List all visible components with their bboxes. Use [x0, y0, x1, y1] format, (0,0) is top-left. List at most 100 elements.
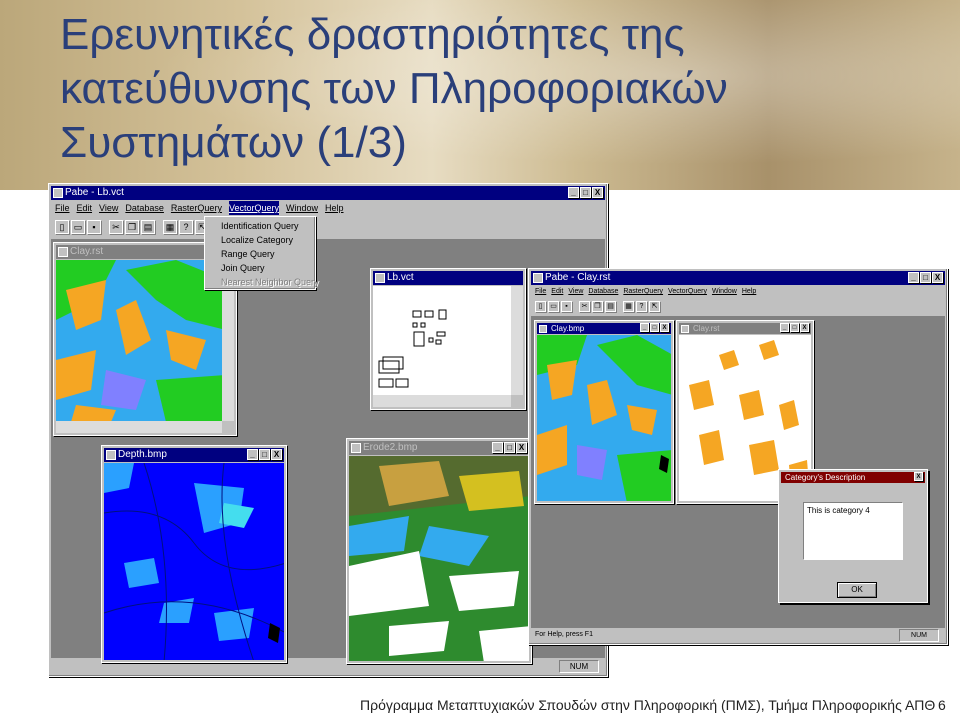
close-button[interactable]: X: [271, 449, 282, 460]
open-folder-icon[interactable]: ▭: [71, 220, 85, 234]
window-title: Clay.bmp: [551, 324, 585, 333]
new-file-icon[interactable]: ▯: [535, 300, 546, 312]
maximize-button[interactable]: □: [259, 449, 270, 460]
menu-file[interactable]: File: [535, 285, 546, 299]
app-titlebar: Pabe - Clay.rst _ □ X: [531, 271, 945, 285]
maximize-button[interactable]: □: [650, 323, 659, 332]
menu-database[interactable]: Database: [125, 201, 164, 215]
help-icon[interactable]: ?: [179, 220, 193, 234]
map-raster: [56, 260, 222, 421]
app-icon: [533, 273, 543, 283]
menu-rasterquery[interactable]: RasterQuery: [171, 201, 222, 215]
doc-icon: [106, 450, 116, 460]
open-folder-icon[interactable]: ▭: [548, 300, 559, 312]
close-button[interactable]: X: [800, 323, 809, 332]
horizontal-scrollbar[interactable]: [373, 395, 511, 407]
window-titlebar: Clay.rst _ □ X: [679, 323, 811, 334]
menu-file[interactable]: File: [55, 201, 70, 215]
copy-icon[interactable]: ❐: [592, 300, 603, 312]
horizontal-scrollbar[interactable]: [56, 421, 222, 433]
maximize-button[interactable]: □: [580, 187, 591, 198]
minimize-button[interactable]: _: [780, 323, 789, 332]
menu-rasterquery[interactable]: RasterQuery: [623, 285, 663, 299]
category-description-dialog[interactable]: Category's Description X This is categor…: [778, 469, 928, 603]
close-button[interactable]: X: [660, 323, 669, 332]
menu-bar: File Edit View Database RasterQuery Vect…: [51, 201, 605, 215]
doc-icon: [681, 325, 689, 333]
close-button[interactable]: X: [516, 442, 527, 453]
vector-map: [373, 286, 511, 395]
close-button[interactable]: X: [932, 272, 943, 283]
menu-edit[interactable]: Edit: [551, 285, 563, 299]
paste-icon[interactable]: ▤: [141, 220, 155, 234]
menu-vectorquery[interactable]: VectorQuery: [668, 285, 707, 299]
window-title: Depth.bmp: [118, 449, 167, 460]
status-help-text: For Help, press F1: [535, 631, 593, 638]
erode2-bmp-window[interactable]: Erode2.bmp _ □ X: [346, 438, 532, 664]
page-number: 6: [938, 697, 946, 713]
context-help-icon[interactable]: ⇱: [649, 300, 660, 312]
app-titlebar: Pabe - Lb.vct _ □ X: [51, 186, 605, 200]
doc-icon: [58, 247, 68, 257]
close-button[interactable]: X: [592, 187, 603, 198]
depth-bmp-window[interactable]: Depth.bmp _ □ X: [101, 445, 287, 663]
maximize-button[interactable]: □: [790, 323, 799, 332]
save-icon[interactable]: ▪: [87, 220, 101, 234]
menu-help[interactable]: Help: [325, 201, 344, 215]
print-icon[interactable]: ▦: [623, 300, 634, 312]
maximize-button[interactable]: □: [504, 442, 515, 453]
minimize-button[interactable]: _: [908, 272, 919, 283]
app-icon: [53, 188, 63, 198]
cut-icon[interactable]: ✂: [579, 300, 590, 312]
save-icon[interactable]: ▪: [561, 300, 572, 312]
dialog-close-button[interactable]: X: [914, 472, 923, 481]
num-lock-indicator: NUM: [559, 660, 599, 673]
window-titlebar: Lb.vct: [373, 271, 523, 285]
copy-icon[interactable]: ❐: [125, 220, 139, 234]
minimize-button[interactable]: _: [568, 187, 579, 198]
clay-bmp-window[interactable]: Clay.bmp _ □ X: [534, 320, 674, 504]
minimize-button[interactable]: _: [247, 449, 258, 460]
minimize-button[interactable]: _: [492, 442, 503, 453]
menu-window[interactable]: Window: [286, 201, 318, 215]
erode-map-image: [349, 456, 529, 661]
new-file-icon[interactable]: ▯: [55, 220, 69, 234]
window-titlebar: Depth.bmp _ □ X: [104, 448, 284, 462]
window-titlebar: Clay.bmp _ □ X: [537, 323, 671, 334]
app-title: Pabe - Lb.vct: [65, 187, 124, 198]
map-raster: [349, 456, 529, 661]
map-raster: [537, 335, 671, 501]
menu-vectorquery[interactable]: VectorQuery: [228, 201, 279, 215]
menu-help[interactable]: Help: [742, 285, 756, 299]
menu-view[interactable]: View: [99, 201, 118, 215]
ok-button[interactable]: OK: [837, 582, 877, 598]
lb-vct-window[interactable]: Lb.vct: [370, 268, 526, 410]
cut-icon[interactable]: ✂: [109, 220, 123, 234]
doc-icon: [539, 325, 547, 333]
menu-view[interactable]: View: [568, 285, 583, 299]
minimize-button[interactable]: _: [640, 323, 649, 332]
menu-item-join-query[interactable]: Join Query: [205, 261, 315, 275]
dialog-titlebar: Category's Description X: [781, 472, 925, 483]
menu-item-identification-query[interactable]: Identification Query: [205, 219, 315, 233]
menu-item-localize-category[interactable]: Localize Category: [205, 233, 315, 247]
page-title: Ερευνητικές δραστηριότητες της κατεύθυνσ…: [60, 10, 728, 167]
num-lock-indicator: NUM: [899, 629, 939, 642]
menu-window[interactable]: Window: [712, 285, 737, 299]
window-title: Clay.rst: [693, 324, 720, 333]
status-bar: NUM: [51, 658, 605, 674]
help-icon[interactable]: ?: [636, 300, 647, 312]
menu-item-nearest-neighbor-query: Nearest Neighbor Query: [221, 277, 319, 287]
print-icon[interactable]: ▦: [163, 220, 177, 234]
menu-item-range-query[interactable]: Range Query: [205, 247, 315, 261]
vertical-scrollbar[interactable]: [511, 286, 523, 395]
maximize-button[interactable]: □: [920, 272, 931, 283]
dialog-title: Category's Description: [785, 473, 866, 482]
app-window-lb: Pabe - Lb.vct _ □ X File Edit View Datab…: [48, 183, 608, 677]
paste-icon[interactable]: ▤: [605, 300, 616, 312]
menu-edit[interactable]: Edit: [77, 201, 93, 215]
window-title: Lb.vct: [387, 272, 414, 283]
category-text-field[interactable]: This is category 4: [803, 502, 903, 560]
menu-database[interactable]: Database: [588, 285, 618, 299]
window-titlebar: Erode2.bmp _ □ X: [349, 441, 529, 455]
